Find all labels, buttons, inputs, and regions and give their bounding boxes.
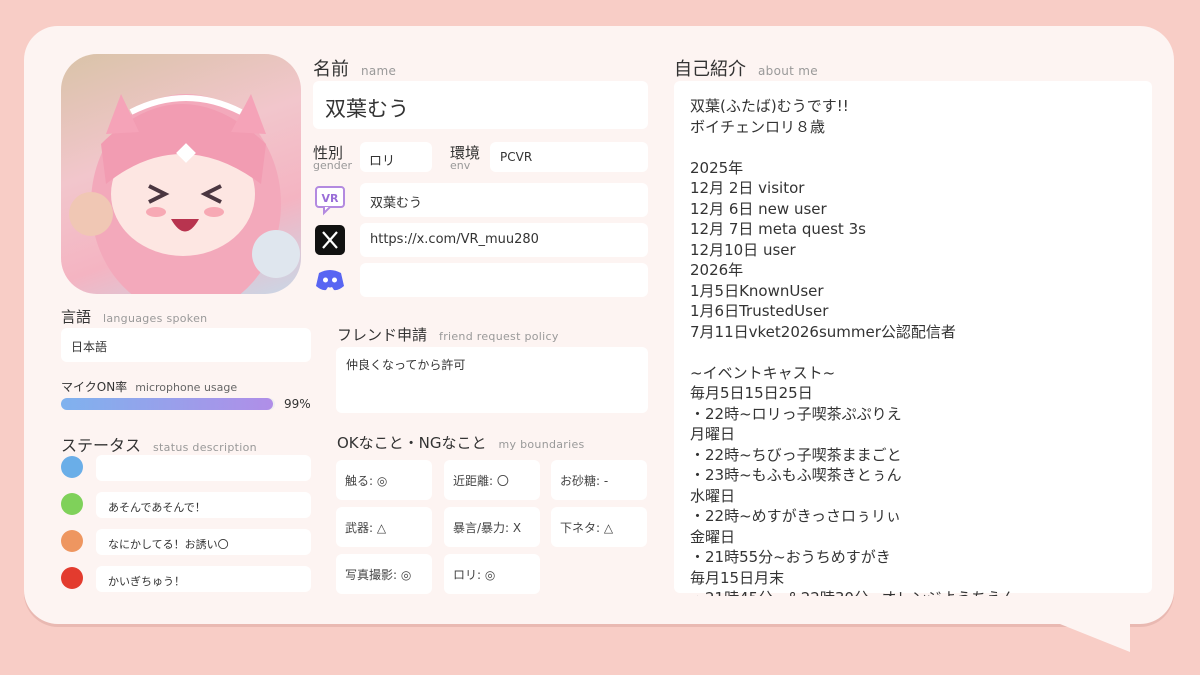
name-heading: 名前 name: [313, 59, 397, 80]
friend-heading: フレンド申請 friend request policy: [337, 326, 559, 344]
discord-field: [360, 263, 648, 297]
vrchat-field: 双葉むう: [360, 183, 648, 217]
boundary-abuse: 暴言/暴力: X: [444, 507, 540, 547]
about-line: 月曜日: [690, 425, 736, 443]
about-line: ・21時45分~＆22時30分~オレンジようちえん: [690, 588, 1140, 596]
gender-field: ロリ: [360, 142, 432, 172]
status-dot-blue: [61, 456, 83, 478]
x-url-link[interactable]: https://x.com/VR_muu280: [370, 232, 539, 247]
languages-field: 日本語: [61, 328, 311, 362]
x-logo-icon: [314, 224, 346, 256]
friend-field: 仲良くなってから許可: [336, 347, 648, 413]
boundary-close-distance: 近距離: 〇: [444, 460, 540, 500]
about-line: ・22時~ちびっ子喫茶ままごと: [690, 445, 902, 464]
about-line: 2026年: [690, 261, 744, 279]
mic-progress-fill: [61, 398, 273, 410]
discord-icon: [314, 264, 346, 296]
gender-sublabel: gender: [313, 159, 352, 172]
boundary-weapons: 武器: △: [336, 507, 432, 547]
status-row-3: なにかしてる！お誘い〇: [96, 529, 311, 555]
boundaries-heading: OKなこと・NGなこと my boundaries: [337, 434, 585, 452]
about-line: ボイチェンロリ８歳: [690, 117, 826, 136]
mic-progress-bar: [61, 398, 275, 410]
vrchat-value: 双葉むう: [370, 196, 423, 211]
status-heading: ステータス status description: [61, 436, 257, 455]
speech-bubble-tail: [1030, 612, 1130, 652]
languages-heading: 言語 languages spoken: [61, 308, 208, 326]
x-field[interactable]: https://x.com/VR_muu280: [360, 223, 648, 257]
about-line: 7月11日vket2026summer公認配信者: [690, 322, 956, 341]
about-line: 1月5日KnownUser: [690, 281, 824, 300]
status-dot-orange: [61, 530, 83, 552]
about-line: 毎月15日月末: [690, 568, 785, 587]
about-heading: 自己紹介 about me: [674, 59, 818, 80]
about-line: 毎月5日15日25日: [690, 384, 813, 402]
about-line: 双葉(ふたば)むうです!!: [690, 97, 849, 115]
env-value: PCVR: [500, 150, 533, 164]
about-line: ・23時~もふもふ喫茶きとぅん: [690, 466, 902, 484]
name-value: 双葉むう: [325, 97, 409, 121]
mic-percent: 99%: [284, 397, 311, 411]
status-row-1: [96, 455, 311, 481]
mic-heading: マイクON率 microphone usage: [61, 380, 238, 394]
friend-value: 仲良くなってから許可: [346, 358, 466, 372]
gender-value: ロリ: [369, 154, 396, 169]
about-line: ・21時55分~おうちめすがき: [690, 548, 891, 566]
about-line: 1月6日TrustedUser: [690, 302, 829, 320]
name-field: 双葉むう: [313, 81, 648, 129]
env-sublabel: env: [450, 159, 471, 172]
about-line: 12月 2日 visitor: [690, 179, 805, 197]
avatar: [61, 54, 301, 294]
about-line: 12月10日 user: [690, 240, 796, 259]
status-row-4: かいぎちゅう！: [96, 566, 311, 592]
svg-text:VR: VR: [322, 192, 340, 205]
status-dot-red: [61, 567, 83, 589]
boundary-touch: 触る: ◎: [336, 460, 432, 500]
about-line: 2025年: [690, 158, 744, 177]
status-row-2: あそんであそんで！: [96, 492, 311, 518]
about-line: ・22時~めすがきっさロぅリぃ: [690, 507, 902, 525]
vrchat-icon: VR: [314, 184, 346, 216]
boundary-sugar: お砂糖: -: [551, 460, 647, 500]
about-line: ~イベントキャスト~: [690, 363, 836, 382]
env-field: PCVR: [490, 142, 648, 172]
about-line: 水曜日: [690, 486, 736, 505]
boundary-photos: 写真撮影: ◎: [336, 554, 432, 594]
about-line: ・22時~ロリっ子喫茶ぷぷりえ: [690, 404, 902, 423]
boundary-loli: ロリ: ◎: [444, 554, 540, 594]
status-dot-green: [61, 493, 83, 515]
about-line: 12月 6日 new user: [690, 199, 827, 218]
about-line: [690, 342, 1140, 363]
languages-value: 日本語: [71, 340, 108, 354]
boundary-dirty-jokes: 下ネタ: △: [551, 507, 647, 547]
about-text: 双葉(ふたば)むうです!! ボイチェンロリ８歳 2025年 12月 2日 visit…: [690, 96, 1140, 596]
about-line: 12月 7日 meta quest 3s: [690, 220, 866, 238]
about-line: [690, 137, 1140, 158]
about-line: 金曜日: [690, 527, 736, 546]
